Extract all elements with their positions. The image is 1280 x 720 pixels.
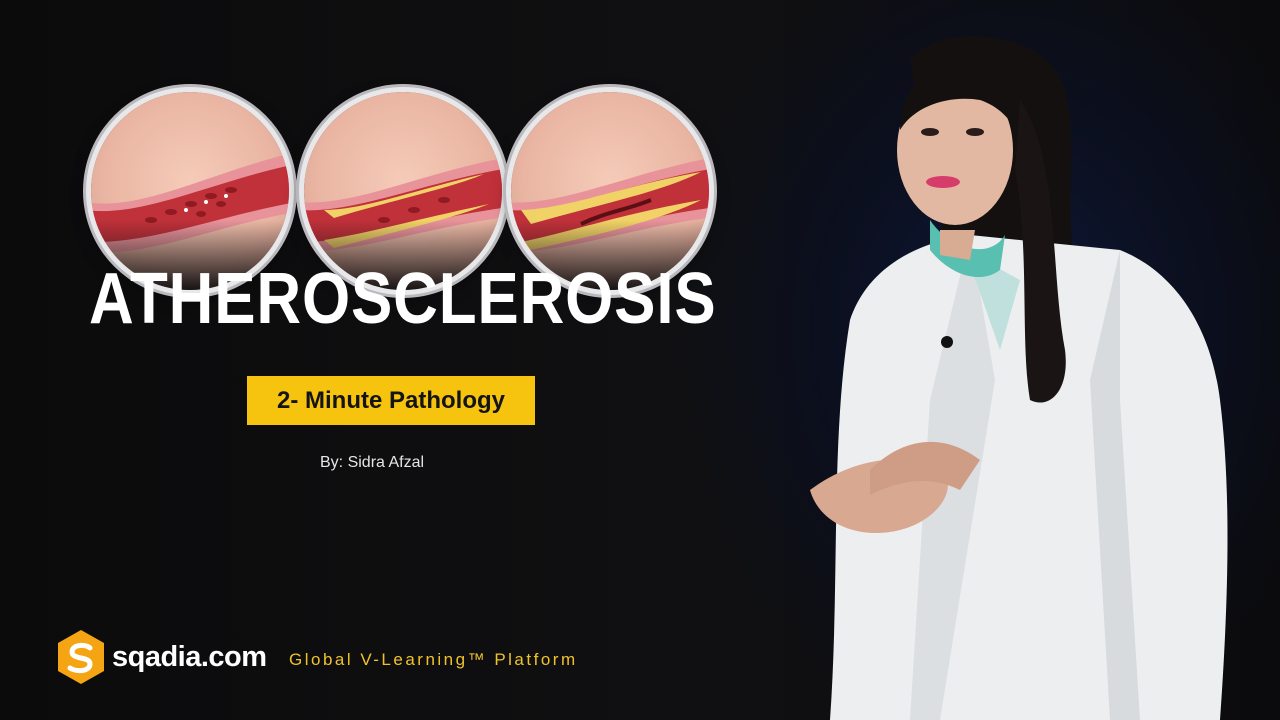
- page-title: ATHEROSCLEROSIS: [89, 259, 717, 339]
- presenter-figure: [810, 36, 1228, 720]
- brand-tagline: Global V-Learning™ Platform: [289, 650, 578, 669]
- brand-logo[interactable]: sqadia.com: [56, 628, 267, 686]
- subtitle-badge: 2- Minute Pathology: [247, 376, 535, 425]
- sqadia-logo-icon: [58, 630, 104, 684]
- brand-logo-text: sqadia.com: [112, 640, 267, 673]
- author-byline: By: Sidra Afzal: [320, 454, 425, 471]
